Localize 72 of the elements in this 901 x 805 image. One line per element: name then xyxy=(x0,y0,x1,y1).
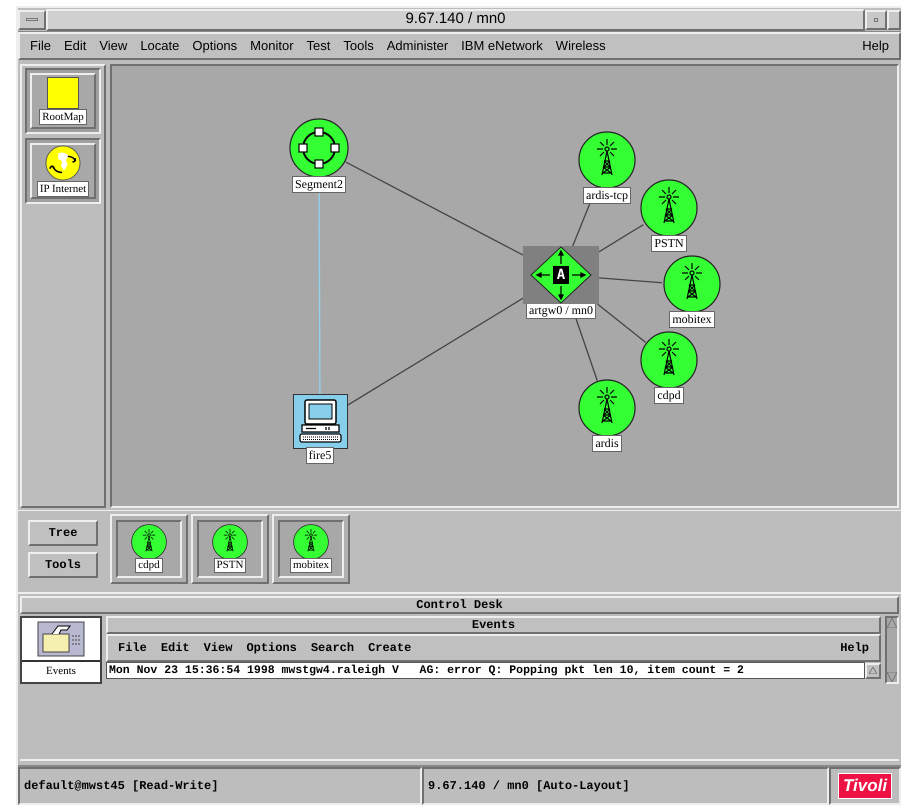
menu-item[interactable]: Administer xyxy=(386,36,448,56)
minimize-icon xyxy=(874,18,878,22)
map-square-icon xyxy=(47,77,79,109)
menu-item[interactable]: File xyxy=(118,639,147,657)
maximize-button[interactable] xyxy=(887,10,901,30)
radio-tower-icon xyxy=(578,131,636,189)
tray-node[interactable]: PSTN xyxy=(191,514,269,584)
radio-tower-icon xyxy=(663,255,721,313)
radio-tower-icon xyxy=(640,179,698,237)
minus-icon xyxy=(26,18,38,21)
window-title: 9.67.140 / mn0 xyxy=(405,9,506,30)
map-shortcut[interactable]: RootMap xyxy=(25,68,101,134)
menu-item[interactable]: Help xyxy=(862,36,889,56)
tray-button[interactable]: Tree xyxy=(28,520,98,546)
computer-icon xyxy=(292,394,348,449)
tray-node[interactable]: cdpd xyxy=(110,514,188,584)
connection-line xyxy=(598,277,662,284)
radio-tower-icon xyxy=(293,524,329,560)
node-label[interactable]: Segment2 xyxy=(292,176,346,193)
shortcut-label: RootMap xyxy=(39,109,87,125)
node-label[interactable]: ardis-tcp xyxy=(583,187,631,204)
tray-node[interactable]: mobitex xyxy=(272,514,350,584)
menu-item[interactable]: Help xyxy=(840,639,869,657)
connection-line xyxy=(598,224,644,252)
node-label[interactable]: PSTN xyxy=(651,235,687,252)
window-menu-button[interactable] xyxy=(18,10,46,30)
launcher-label: Events xyxy=(46,664,76,679)
node-label[interactable]: ardis xyxy=(592,435,622,452)
menu-item[interactable]: Tools xyxy=(343,36,374,56)
status-text: 9.67.140 / mn0 [Auto-Layout] xyxy=(428,778,630,795)
segment-ring-icon xyxy=(289,118,349,178)
node-label[interactable]: cdpd xyxy=(654,387,684,404)
node-label[interactable]: mobitex xyxy=(669,311,715,328)
menu-item[interactable]: Options xyxy=(192,36,238,56)
down-triangle-icon xyxy=(887,672,897,682)
event-message: Mon Nov 23 15:36:54 1998 mwstgw4.raleigh V AG: error Q: Popping pkt len 10, item count = 2 xyxy=(109,662,744,679)
node-label: cdpd xyxy=(135,558,163,573)
status-text: default@mwst45 [Read-Write] xyxy=(24,778,218,795)
node-label: mobitex xyxy=(290,558,332,573)
tray-button[interactable]: Tools xyxy=(28,552,98,578)
menu-item[interactable]: View xyxy=(99,36,128,56)
menu-item[interactable]: View xyxy=(204,639,232,657)
minimize-button[interactable] xyxy=(865,10,887,30)
brand-logo: Tivoli xyxy=(838,773,892,799)
up-triangle-icon xyxy=(887,618,897,628)
menu-item[interactable]: Wireless xyxy=(556,36,606,56)
node-label[interactable]: fire5 xyxy=(306,447,334,464)
scrollbar[interactable] xyxy=(885,616,899,684)
menu-item[interactable]: Options xyxy=(246,639,297,657)
menu-item[interactable]: File xyxy=(30,36,51,56)
menu-item[interactable]: Locate xyxy=(140,36,180,56)
radio-tower-icon xyxy=(212,524,248,560)
gateway-badge: A xyxy=(552,266,570,284)
menu-item[interactable]: Edit xyxy=(160,639,190,657)
menu-item[interactable]: Search xyxy=(310,639,354,657)
radio-tower-icon xyxy=(640,331,698,389)
menu-item[interactable]: Edit xyxy=(64,36,86,56)
shortcut-label: IP Internet xyxy=(36,181,90,197)
globe-icon xyxy=(44,145,82,181)
node-label: PSTN xyxy=(214,558,246,573)
menu-item[interactable]: Create xyxy=(368,639,412,657)
radio-tower-icon xyxy=(578,379,636,437)
map-shortcut[interactable]: IP Internet xyxy=(25,138,101,204)
menu-item[interactable]: Monitor xyxy=(250,36,294,56)
radio-tower-icon xyxy=(131,524,167,560)
events-launcher[interactable]: Events xyxy=(20,616,102,684)
up-triangle-icon xyxy=(869,667,877,674)
panel-title: Control Desk xyxy=(416,597,503,614)
pane-title: Events xyxy=(472,617,516,634)
menu-item[interactable]: Test xyxy=(306,36,330,56)
scroll-up-button[interactable] xyxy=(865,662,881,678)
menu-item[interactable]: IBM eNetwork xyxy=(461,36,543,56)
